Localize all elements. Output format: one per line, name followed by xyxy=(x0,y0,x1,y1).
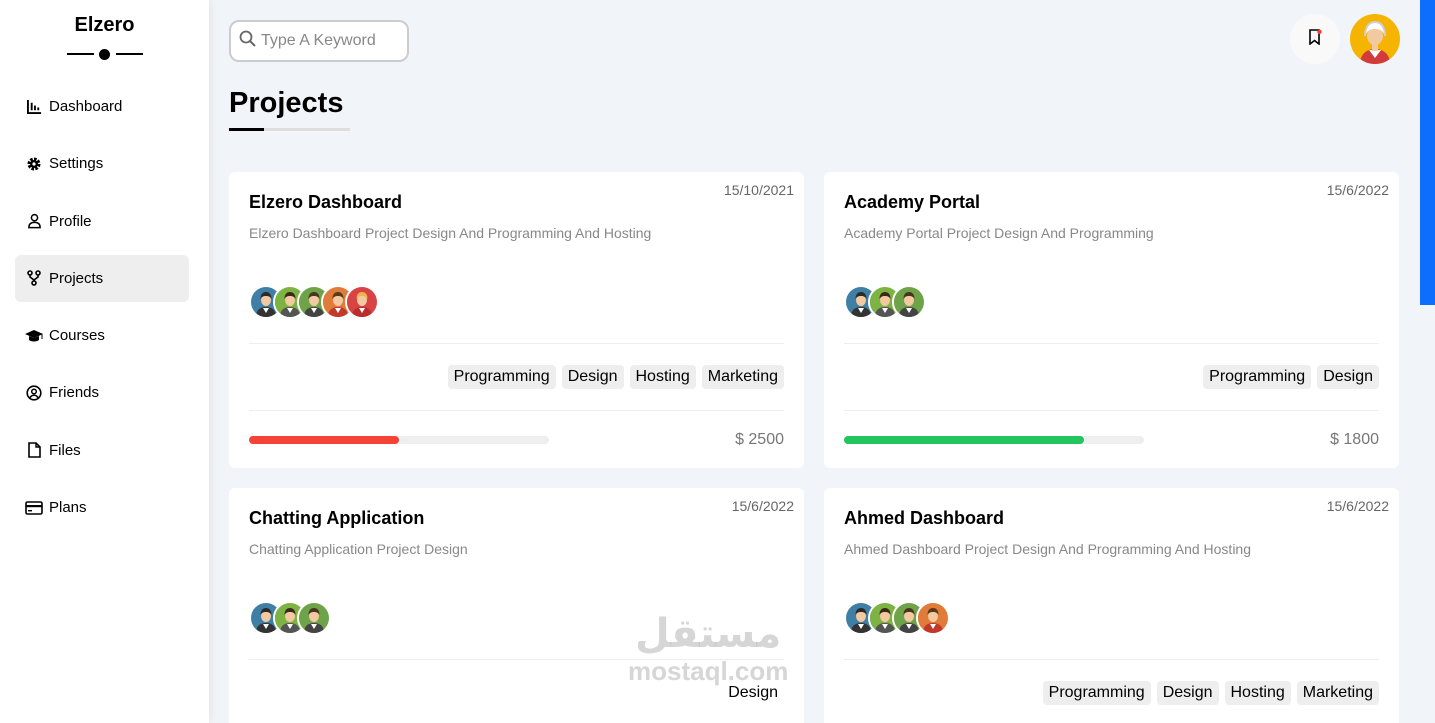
project-description: Ahmed Dashboard Project Design And Progr… xyxy=(844,541,1251,557)
watermark-arabic: مستقل xyxy=(635,611,782,657)
project-description: Elzero Dashboard Project Design And Prog… xyxy=(249,225,652,241)
page-title: Projects xyxy=(229,87,344,119)
sidebar-item-label: Files xyxy=(49,441,81,459)
project-price: $ 2500 xyxy=(735,431,784,448)
progress-bar xyxy=(844,436,1144,444)
sidebar-item-settings[interactable]: Settings xyxy=(15,140,189,187)
sidebar-item-profile[interactable]: Profile xyxy=(15,198,189,245)
sidebar-item-courses[interactable]: Courses xyxy=(15,312,189,359)
project-date: 15/10/2021 xyxy=(723,182,794,198)
tag[interactable]: Programming xyxy=(1203,365,1312,389)
watermark-latin: mostaql.com xyxy=(628,656,789,686)
tag[interactable]: Design xyxy=(1317,365,1379,389)
team-members xyxy=(844,601,1379,635)
project-card: 15/6/2022 Academy Portal Academy Portal … xyxy=(824,172,1399,468)
project-card: 15/6/2022 Ahmed Dashboard Ahmed Dashboar… xyxy=(824,488,1399,723)
sidebar-item-label: Settings xyxy=(49,155,104,173)
gear-icon xyxy=(25,155,43,173)
project-tags: Programming Design Hosting Marketing xyxy=(844,659,1379,723)
search-input[interactable] xyxy=(261,32,401,50)
sidebar-item-files[interactable]: Files xyxy=(15,427,189,474)
credit-card-icon xyxy=(25,499,43,517)
project-date: 15/6/2022 xyxy=(731,498,794,514)
file-icon xyxy=(25,441,43,459)
sidebar-item-plans[interactable]: Plans xyxy=(15,484,189,531)
team-member-avatar[interactable] xyxy=(892,285,926,319)
sidebar-item-projects[interactable]: Projects xyxy=(15,254,189,302)
sidebar-item-label: Dashboard xyxy=(49,98,123,115)
tag[interactable]: Programming xyxy=(447,365,556,389)
tag[interactable]: Hosting xyxy=(629,365,696,389)
project-price: $ 1800 xyxy=(1330,431,1379,448)
tag[interactable]: Programming xyxy=(1042,681,1151,705)
tag[interactable]: Hosting xyxy=(1224,681,1291,705)
bookmark-icon xyxy=(1307,28,1323,50)
diagram-project-icon xyxy=(25,269,43,287)
sidebar-item-label: Projects xyxy=(49,269,104,287)
sidebar-item-label: Plans xyxy=(49,499,87,517)
project-date: 15/6/2022 xyxy=(1326,182,1389,198)
sidebar-item-label: Profile xyxy=(49,212,92,230)
notification-button[interactable] xyxy=(1290,14,1340,64)
team-member-avatar[interactable] xyxy=(297,601,331,635)
tag[interactable]: Marketing xyxy=(701,365,784,389)
project-card: 15/6/2022 Chatting Application Chatting … xyxy=(229,488,804,723)
progress-bar xyxy=(249,436,549,444)
team-members xyxy=(844,285,1379,319)
team-member-avatar[interactable] xyxy=(916,601,950,635)
sidebar-nav: Dashboard Settings Profile Projects Cour… xyxy=(0,83,209,531)
progress-fill xyxy=(844,436,1084,444)
team-member-avatar[interactable] xyxy=(345,285,379,319)
progress-fill xyxy=(249,436,399,444)
sidebar: Elzero Dashboard Settings Profile Projec… xyxy=(0,0,209,723)
search-icon xyxy=(239,30,257,53)
logo-mark xyxy=(66,49,143,60)
avatar-icon xyxy=(1360,20,1390,64)
graduation-cap-icon xyxy=(25,327,43,345)
project-date: 15/6/2022 xyxy=(1326,498,1389,514)
project-name: Academy Portal xyxy=(844,192,981,212)
project-name: Elzero Dashboard xyxy=(249,192,403,212)
project-name: Ahmed Dashboard xyxy=(844,508,1005,528)
project-description: Chatting Application Project Design xyxy=(249,541,468,557)
search-box xyxy=(229,20,409,62)
user-avatar[interactable] xyxy=(1350,14,1400,64)
scrollbar-thumb[interactable] xyxy=(1420,0,1435,305)
sidebar-item-friends[interactable]: Friends xyxy=(15,369,189,416)
tag[interactable]: Design xyxy=(1156,681,1219,705)
sidebar-item-label: Courses xyxy=(49,327,105,345)
team-members xyxy=(249,285,784,319)
watermark: مستقل mostaql.com xyxy=(628,614,788,684)
project-info: $ 1800 xyxy=(844,411,1379,469)
sidebar-item-dashboard[interactable]: Dashboard xyxy=(15,83,189,130)
sidebar-item-label: Friends xyxy=(49,384,100,402)
title-underline xyxy=(229,128,350,131)
project-info: $ 2500 xyxy=(249,411,784,469)
tag[interactable]: Marketing xyxy=(1296,681,1379,705)
chart-bar-icon xyxy=(25,98,43,116)
user-icon xyxy=(25,212,43,230)
brand-logo: Elzero xyxy=(74,14,135,36)
project-card: 15/10/2021 Elzero Dashboard Elzero Dashb… xyxy=(229,172,804,468)
project-tags: Programming Design xyxy=(844,343,1379,411)
project-name: Chatting Application xyxy=(249,508,425,528)
project-description: Academy Portal Project Design And Progra… xyxy=(844,225,1154,241)
project-tags: Programming Design Hosting Marketing xyxy=(249,343,784,411)
tag[interactable]: Design xyxy=(561,365,624,389)
circle-user-icon xyxy=(25,384,43,402)
